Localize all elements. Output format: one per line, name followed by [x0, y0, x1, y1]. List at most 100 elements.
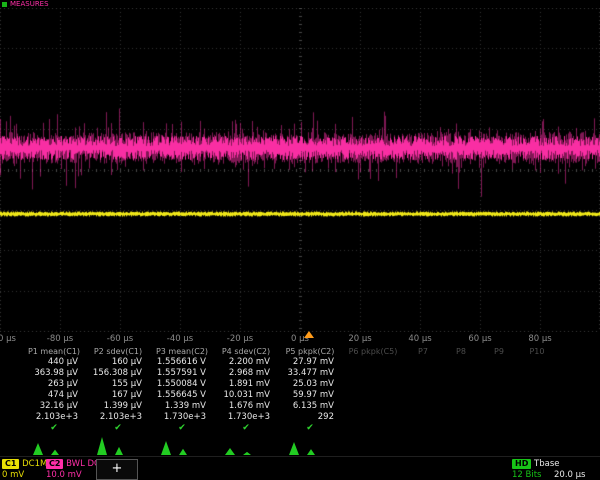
measure-cell — [404, 401, 442, 412]
hd-badge: HD — [512, 459, 531, 469]
measure-cell: 1.556616 V — [150, 357, 214, 368]
histicon[interactable] — [150, 436, 214, 455]
measure-cell — [480, 401, 518, 412]
measure-cell — [480, 412, 518, 423]
measure-cell: 1.550084 V — [150, 379, 214, 390]
measure-cell — [442, 401, 480, 412]
time-tick-label: -100 µs — [0, 334, 16, 344]
measure-cell — [404, 390, 442, 401]
time-tick-label: -20 µs — [227, 334, 253, 344]
measure-cell — [518, 368, 556, 379]
measure-cell: 1.676 mV — [214, 401, 278, 412]
measure-cell: 156.308 µV — [86, 368, 150, 379]
measure-cell: 32.16 µV — [22, 401, 86, 412]
measure-status-check: ✔ — [22, 423, 86, 434]
channel-c1-descriptor[interactable]: C1 DC1M — [2, 459, 47, 469]
measure-cell — [404, 357, 442, 368]
measure-cell: 25.03 mV — [278, 379, 342, 390]
add-trace-button[interactable]: + — [96, 459, 138, 480]
measure-cell — [404, 379, 442, 390]
measure-table: P1 mean(C1)P2 sdev(C1)P3 mean(C2)P4 sdev… — [0, 346, 600, 434]
histicon[interactable] — [22, 436, 86, 455]
measure-cell — [442, 390, 480, 401]
measure-status-check: ✔ — [214, 423, 278, 434]
measure-cell — [518, 401, 556, 412]
measure-cell — [404, 368, 442, 379]
status-tag: MEASURES — [2, 1, 49, 8]
c2-chip[interactable]: C2 — [46, 459, 63, 469]
time-tick-label: -80 µs — [47, 334, 73, 344]
measure-cell — [342, 390, 404, 401]
measure-status-check: ✔ — [150, 423, 214, 434]
measure-cell: 1.399 µV — [86, 401, 150, 412]
measure-cell — [480, 379, 518, 390]
measure-cell: 160 µV — [86, 357, 150, 368]
measure-status-check: ✔ — [86, 423, 150, 434]
measure-cell: 155 µV — [86, 379, 150, 390]
measure-cell — [342, 401, 404, 412]
time-axis: -100 µs-80 µs-60 µs-40 µs-20 µs0 µs20 µs… — [0, 333, 600, 346]
measure-cell — [442, 412, 480, 423]
measure-cell — [342, 368, 404, 379]
measure-cell — [442, 368, 480, 379]
measure-header-10[interactable]: P10 — [518, 346, 556, 357]
histicons — [0, 436, 600, 455]
measure-header-1[interactable]: P1 mean(C1) — [22, 346, 86, 357]
measure-cell — [480, 368, 518, 379]
measure-cell: 33.477 mV — [278, 368, 342, 379]
measure-status-check — [518, 423, 556, 434]
measure-header-5[interactable]: P5 pkpk(C2) — [278, 346, 342, 357]
measure-status-check — [342, 423, 404, 434]
status-tag-label: MEASURES — [10, 1, 49, 8]
measure-cell — [404, 412, 442, 423]
histicon[interactable] — [86, 436, 150, 455]
measure-header-7[interactable]: P7 — [404, 346, 442, 357]
measure-cell — [480, 357, 518, 368]
measure-cell: 1.556645 V — [150, 390, 214, 401]
tbase-value: 20.0 µs — [554, 470, 585, 480]
measure-cell — [518, 412, 556, 423]
measure-cell: 2.103e+3 — [22, 412, 86, 423]
waveform-display[interactable] — [0, 8, 600, 332]
hd-bits-label: 12 Bits — [512, 470, 541, 480]
measure-cell: 59.97 mV — [278, 390, 342, 401]
status-indicator-icon — [2, 2, 7, 7]
measure-cell: 2.968 mV — [214, 368, 278, 379]
measure-status-check — [442, 423, 480, 434]
measure-header-9[interactable]: P9 — [480, 346, 518, 357]
c1-coupling-label: DC1M — [22, 459, 47, 469]
measure-cell — [518, 379, 556, 390]
timebase-descriptor[interactable]: HD Tbase — [512, 459, 560, 469]
measure-cell — [518, 390, 556, 401]
measure-cell: 27.97 mV — [278, 357, 342, 368]
measure-header-8[interactable]: P8 — [442, 346, 480, 357]
oscilloscope-screen: MEASURES -100 µs-80 µs-60 µs-40 µs-20 µs… — [0, 0, 600, 480]
time-tick-label: 60 µs — [468, 334, 491, 344]
time-tick-label: 80 µs — [528, 334, 551, 344]
measure-status-check — [480, 423, 518, 434]
time-tick-label: -60 µs — [107, 334, 133, 344]
measure-header-2[interactable]: P2 sdev(C1) — [86, 346, 150, 357]
measure-header-6[interactable]: P6 pkpk(C5) — [342, 346, 404, 357]
measure-header-3[interactable]: P3 mean(C2) — [150, 346, 214, 357]
tbase-label: Tbase — [534, 459, 559, 469]
measure-header-4[interactable]: P4 sdev(C2) — [214, 346, 278, 357]
measure-cell: 440 µV — [22, 357, 86, 368]
time-tick-label: 40 µs — [408, 334, 431, 344]
measure-cell: 10.031 mV — [214, 390, 278, 401]
measure-cell — [480, 390, 518, 401]
c1-scale-label: 0 mV — [2, 470, 24, 480]
measure-cell: 292 — [278, 412, 342, 423]
c1-chip[interactable]: C1 — [2, 459, 19, 469]
time-tick-label: 20 µs — [348, 334, 371, 344]
measure-cell — [342, 412, 404, 423]
histicon[interactable] — [214, 436, 278, 455]
measure-cell — [442, 357, 480, 368]
measure-cell: 1.730e+3 — [150, 412, 214, 423]
measure-cell: 363.98 µV — [22, 368, 86, 379]
measure-cell: 263 µV — [22, 379, 86, 390]
measure-cell: 2.200 mV — [214, 357, 278, 368]
measure-cell — [342, 357, 404, 368]
histicon[interactable] — [278, 436, 342, 455]
trigger-position-marker[interactable] — [304, 331, 314, 338]
